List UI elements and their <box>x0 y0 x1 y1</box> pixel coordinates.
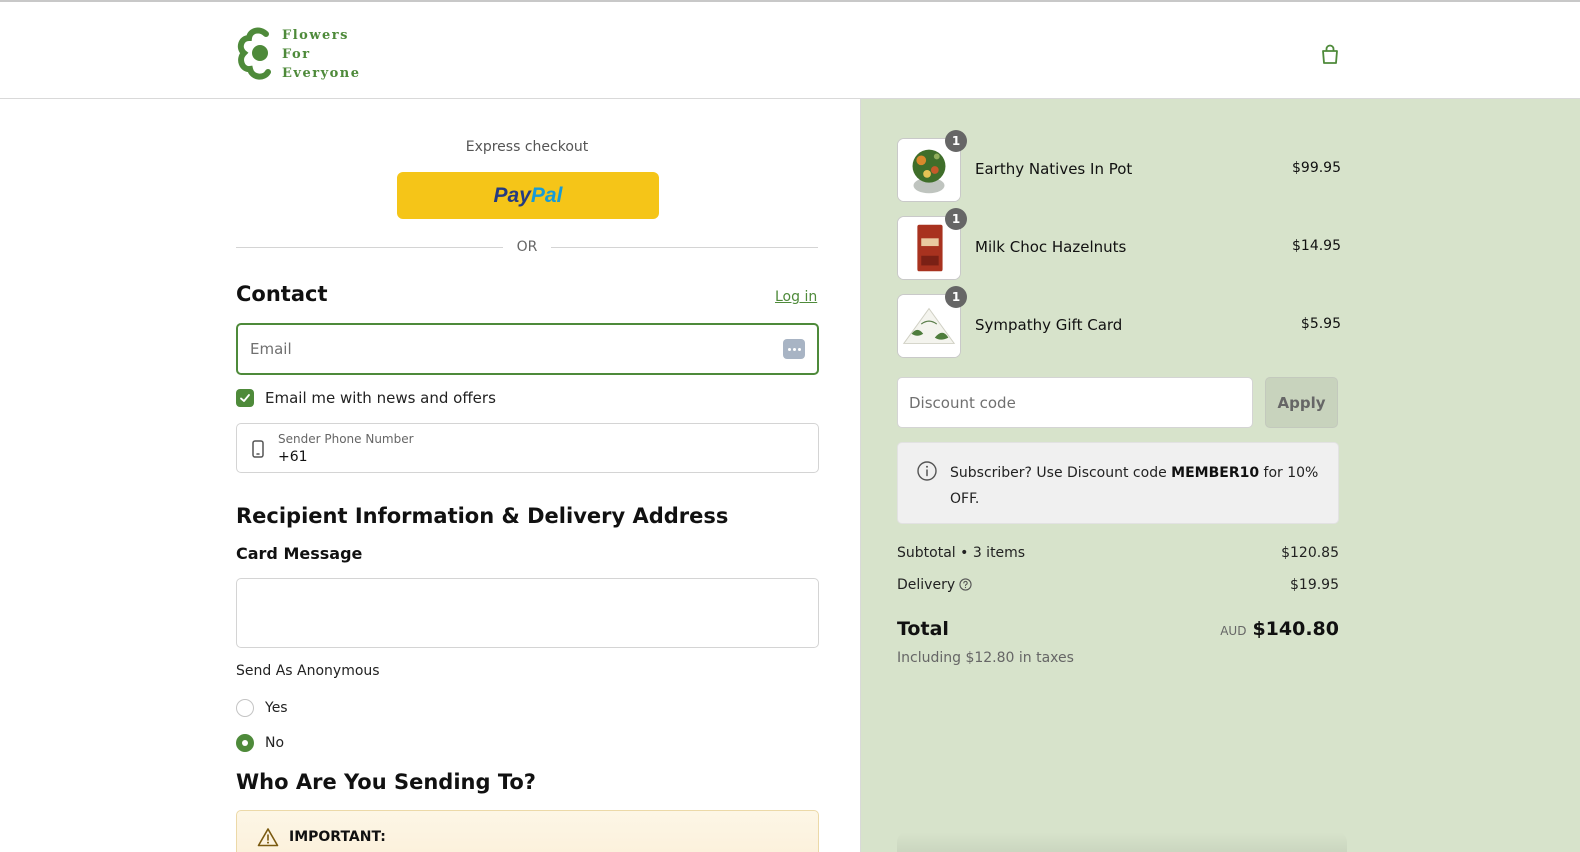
quantity-badge: 1 <box>945 208 967 230</box>
cart-item: 1 Earthy Natives In Pot $99.95 <box>897 130 1341 202</box>
paypal-button[interactable]: PayPal <box>397 172 659 219</box>
paypal-pal-text: Pal <box>530 183 563 207</box>
important-notice: IMPORTANT: <box>236 810 819 852</box>
order-summary: 1 Earthy Natives In Pot $99.95 1 Milk Ch… <box>860 99 1580 852</box>
newsletter-checkbox[interactable] <box>236 389 254 407</box>
delivery-label-group: Delivery <box>897 577 972 593</box>
cart-button[interactable] <box>1318 42 1342 66</box>
promo-prefix: Subscriber? Use Discount code <box>950 465 1172 481</box>
paypal-pay-text: Pay <box>493 183 531 207</box>
email-field[interactable] <box>236 323 819 375</box>
site-header: Flowers For Everyone <box>0 0 1580 99</box>
sender-phone-field[interactable]: Sender Phone Number <box>236 423 819 473</box>
quantity-badge: 1 <box>945 286 967 308</box>
apply-discount-button[interactable]: Apply <box>1265 377 1338 428</box>
or-label: OR <box>516 239 538 255</box>
checkout-form: Express checkout PayPal OR Contact Log i… <box>0 99 860 852</box>
subscriber-promo-banner: Subscriber? Use Discount code MEMBER10 f… <box>897 442 1339 524</box>
flower-logo-icon <box>237 27 271 80</box>
subtotal-label: Subtotal • 3 items <box>897 545 1026 561</box>
subtotal-row: Subtotal • 3 items $120.85 <box>897 545 1339 561</box>
panel-fade <box>897 832 1347 852</box>
brand-wordmark: Flowers For Everyone <box>282 26 361 83</box>
email-input[interactable] <box>250 340 783 358</box>
paypal-logo: PayPal <box>494 184 563 208</box>
anonymous-yes-label: Yes <box>265 700 288 716</box>
divider-line <box>551 246 818 248</box>
item-price: $14.95 <box>1292 238 1341 254</box>
brand-line-2: For <box>282 46 311 62</box>
total-row: Total AUD $140.80 <box>897 618 1339 640</box>
item-name: Earthy Natives In Pot <box>975 160 1133 178</box>
express-checkout-label: Express checkout <box>465 139 589 155</box>
taxes-note: Including $12.80 in taxes <box>897 650 1074 666</box>
anonymous-no-label: No <box>265 735 285 751</box>
item-name: Sympathy Gift Card <box>975 316 1123 334</box>
login-link[interactable]: Log in <box>775 289 817 305</box>
anonymous-no-option[interactable]: No <box>236 734 284 752</box>
delivery-row: Delivery $19.95 <box>897 577 1339 593</box>
delivery-label: Delivery <box>897 577 956 593</box>
card-message-label: Card Message <box>236 544 363 563</box>
send-anonymous-label: Send As Anonymous <box>236 663 380 679</box>
brand-logo[interactable]: Flowers For Everyone <box>236 24 406 84</box>
item-name: Milk Choc Hazelnuts <box>975 238 1127 256</box>
item-price: $5.95 <box>1300 316 1341 332</box>
currency-code: AUD <box>1220 624 1247 638</box>
checkmark-icon <box>240 394 250 402</box>
total-amount-group: AUD $140.80 <box>1220 618 1339 640</box>
or-divider: OR <box>236 237 818 257</box>
recipient-heading: Recipient Information & Delivery Address <box>236 504 729 528</box>
quantity-badge: 1 <box>945 130 967 152</box>
who-sending-heading: Who Are You Sending To? <box>236 770 536 794</box>
help-icon[interactable] <box>959 578 972 591</box>
subtotal-value: $120.85 <box>1281 545 1339 561</box>
anonymous-yes-option[interactable]: Yes <box>236 699 288 717</box>
mobile-phone-icon <box>252 440 264 458</box>
anonymous-yes-radio[interactable] <box>236 699 254 717</box>
total-label: Total <box>897 618 949 640</box>
item-price: $99.95 <box>1292 160 1341 176</box>
promo-code: MEMBER10 <box>1171 465 1260 481</box>
info-icon <box>917 461 937 481</box>
promo-message: Subscriber? Use Discount code MEMBER10 f… <box>950 460 1330 512</box>
important-label: IMPORTANT: <box>289 829 386 845</box>
newsletter-label: Email me with news and offers <box>265 389 496 407</box>
shopping-bag-icon <box>1322 44 1338 64</box>
brand-line-3: Everyone <box>282 65 361 81</box>
card-message-input[interactable] <box>236 578 819 648</box>
warning-icon <box>257 828 279 847</box>
sender-phone-input[interactable] <box>278 449 778 465</box>
delivery-value: $19.95 <box>1290 577 1339 593</box>
sender-phone-label: Sender Phone Number <box>278 432 414 446</box>
newsletter-option[interactable]: Email me with news and offers <box>236 389 496 407</box>
contact-heading: Contact <box>236 282 328 306</box>
divider-line <box>236 246 503 248</box>
anonymous-no-radio[interactable] <box>236 734 254 752</box>
password-manager-icon[interactable] <box>783 339 805 359</box>
cart-item: 1 Sympathy Gift Card $5.95 <box>897 286 1341 358</box>
brand-line-1: Flowers <box>282 27 349 43</box>
total-amount: $140.80 <box>1252 618 1339 640</box>
cart-item: 1 Milk Choc Hazelnuts $14.95 <box>897 208 1341 280</box>
discount-code-input[interactable] <box>897 377 1253 428</box>
